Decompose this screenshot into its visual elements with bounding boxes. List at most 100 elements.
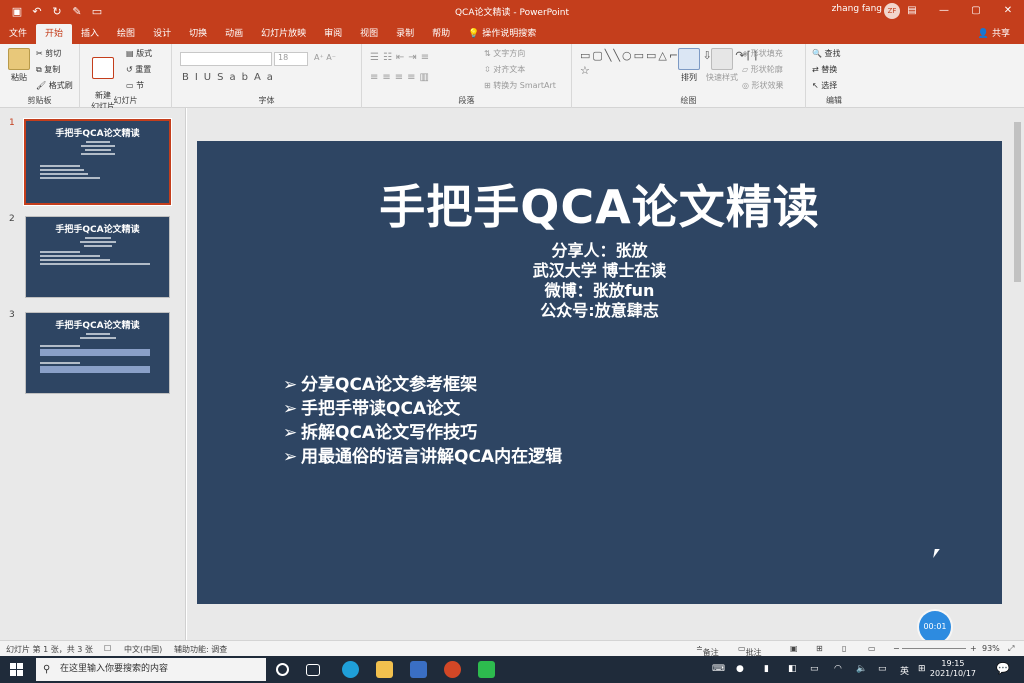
network-icon[interactable]: ◠ — [834, 664, 842, 674]
tray-pin-icon[interactable]: ▮ — [764, 664, 769, 674]
share-button[interactable]: 👤 共享 — [978, 26, 1010, 39]
quick-styles-button[interactable]: 快速样式 — [704, 48, 740, 83]
slide-sorter-icon[interactable]: ⊞ — [816, 644, 823, 653]
fit-slide-icon[interactable]: ⤢ — [1008, 644, 1014, 654]
minimize-icon[interactable]: — — [928, 0, 960, 22]
section-button[interactable]: ▭ 节 — [126, 80, 144, 91]
redo-icon[interactable]: ↻ — [48, 5, 66, 18]
cut-button[interactable]: ✂ 剪切 — [36, 48, 61, 59]
zoom-slider[interactable] — [902, 648, 966, 649]
tray-app-icon[interactable]: ◧ — [788, 664, 797, 674]
shape-effects-button[interactable]: ◎ 形状效果 — [742, 80, 784, 91]
font-grow-icon[interactable]: A⁺ A⁻ — [314, 53, 336, 62]
accessibility-status[interactable]: 辅助功能: 调查 — [174, 644, 227, 655]
slide-subtitle-line[interactable]: 分享人：张放 — [197, 241, 1002, 261]
task-view-icon[interactable] — [306, 664, 320, 676]
cortana-icon[interactable] — [276, 663, 289, 676]
font-size-input[interactable]: 18 — [274, 52, 308, 66]
slide-title[interactable]: 手把手QCA论文精读 — [197, 171, 1002, 237]
tell-me-search[interactable]: 💡 操作说明搜索 — [459, 24, 545, 44]
ribbon-display-icon[interactable]: ▤ — [896, 0, 928, 22]
zoom-level[interactable]: 93% — [982, 644, 1000, 653]
group-paragraph: ☰☷⇤⇥≡ ≡≡≡≡▥ ⇅ 文字方向 ⇳ 对齐文本 ⊞ 转换为 SmartArt… — [362, 44, 572, 108]
shape-outline-button[interactable]: ▱ 形状轮廓 — [742, 64, 783, 75]
tab-record[interactable]: 录制 — [387, 24, 423, 44]
slide-bullet[interactable]: ➢ 手把手带读QCA论文 — [283, 397, 460, 421]
tab-insert[interactable]: 插入 — [72, 24, 108, 44]
close-icon[interactable]: ✕ — [992, 0, 1024, 22]
tab-review[interactable]: 审阅 — [315, 24, 351, 44]
language[interactable]: 中文(中国) — [124, 644, 162, 655]
slideshow-view-icon[interactable]: ▭ — [868, 644, 876, 653]
file-explorer-icon[interactable] — [376, 661, 393, 678]
smartart-button[interactable]: ⊞ 转换为 SmartArt — [484, 80, 556, 91]
copy-button[interactable]: ⧉ 复制 — [36, 64, 60, 75]
battery-icon[interactable]: ▭ — [810, 664, 819, 674]
wechat-icon[interactable] — [478, 661, 495, 678]
touch-mode-icon[interactable]: ✎ — [68, 5, 86, 18]
arrange-button[interactable]: 排列 — [676, 48, 702, 83]
font-format-buttons[interactable]: BIUSabAa — [182, 72, 279, 83]
slide-subtitle-line[interactable]: 武汉大学 博士在读 — [197, 261, 1002, 281]
present-icon[interactable]: ▭ — [88, 5, 106, 18]
undo-icon[interactable]: ↶ — [28, 5, 46, 18]
tab-draw[interactable]: 绘图 — [108, 24, 144, 44]
font-name-input[interactable] — [180, 52, 272, 66]
tab-design[interactable]: 设计 — [144, 24, 180, 44]
select-button[interactable]: ↖ 选择 — [812, 80, 837, 91]
tab-slideshow[interactable]: 幻灯片放映 — [252, 24, 315, 44]
slide-bullet[interactable]: ➢ 用最通俗的语言讲解QCA内在逻辑 — [283, 445, 562, 469]
zoom-in-icon[interactable]: + — [970, 644, 977, 653]
user-name[interactable]: zhang fang — [832, 4, 882, 14]
display-icon[interactable]: ▭ — [878, 664, 887, 674]
slide-bullet[interactable]: ➢ 拆解QCA论文写作技巧 — [283, 421, 477, 445]
thumbnail-slide-2[interactable]: 手把手QCA论文精读 — [25, 216, 170, 298]
zoom-out-icon[interactable]: − — [893, 644, 900, 653]
tab-view[interactable]: 视图 — [351, 24, 387, 44]
list-buttons[interactable]: ☰☷⇤⇥≡ — [370, 52, 433, 63]
taskbar-search-input[interactable]: ⚲ 在这里输入你要搜索的内容 — [36, 658, 266, 681]
notifications-icon[interactable]: 💬 — [996, 662, 1010, 675]
edge-icon[interactable] — [342, 661, 359, 678]
shape-fill-button[interactable]: ◈ 形状填充 — [742, 48, 783, 59]
align-buttons[interactable]: ≡≡≡≡▥ — [370, 72, 433, 83]
tab-file[interactable]: 文件 — [0, 24, 36, 44]
text-direction-button[interactable]: ⇅ 文字方向 — [484, 48, 525, 59]
layout-button[interactable]: ▤ 版式 — [126, 48, 152, 59]
notes-button[interactable]: ≐ 备注 — [696, 644, 719, 657]
normal-view-icon[interactable]: ▣ — [790, 644, 798, 653]
format-painter-button[interactable]: 🖌 格式刷 — [36, 80, 73, 91]
taskbar-clock[interactable]: 19:15 2021/10/17 — [930, 659, 976, 679]
comments-button[interactable]: ▭ 批注 — [738, 644, 762, 657]
replace-button[interactable]: ⇄ 替换 — [812, 64, 837, 75]
slide-subtitle-line[interactable]: 微博：张放fun — [197, 281, 1002, 301]
tab-animations[interactable]: 动画 — [216, 24, 252, 44]
save-icon[interactable]: ▣ — [8, 5, 26, 18]
paste-button[interactable]: 粘贴 — [6, 48, 32, 83]
note-app-icon[interactable] — [410, 661, 427, 678]
thumbnail-slide-1[interactable]: 手把手QCA论文精读 — [23, 118, 172, 206]
windows-start-icon[interactable] — [10, 663, 23, 676]
maximize-icon[interactable]: ▢ — [960, 0, 992, 22]
ime-indicator[interactable]: 英 — [900, 664, 909, 677]
reading-view-icon[interactable]: ▯ — [842, 644, 846, 653]
align-text-button[interactable]: ⇳ 对齐文本 — [484, 64, 525, 75]
spellcheck-icon[interactable]: ☐ — [104, 644, 111, 653]
shapes-gallery[interactable]: ▭▢╲╲○▭▭△⌐⌐⇨⇩◇↶↷⌈⌉☆ — [580, 48, 757, 78]
slide-bullet[interactable]: ➢ 分享QCA论文参考框架 — [283, 373, 477, 397]
slide-subtitle-line[interactable]: 公众号:放意肆志 — [197, 301, 1002, 321]
reset-button[interactable]: ↺ 重置 — [126, 64, 151, 75]
tab-home[interactable]: 开始 — [36, 24, 73, 44]
tab-help[interactable]: 帮助 — [423, 24, 459, 44]
thumbnail-slide-3[interactable]: 手把手QCA论文精读 — [25, 312, 170, 394]
scrollbar-thumb[interactable] — [1014, 122, 1021, 282]
keyboard-icon[interactable]: ⌨ — [712, 664, 725, 674]
tray-wechat-icon[interactable]: ● — [736, 664, 744, 674]
vertical-scrollbar[interactable] — [1011, 108, 1024, 640]
volume-icon[interactable]: 🔈 — [856, 664, 867, 674]
powerpoint-icon[interactable] — [444, 661, 461, 678]
current-slide[interactable]: 手把手QCA论文精读 分享人：张放 武汉大学 博士在读 微博：张放fun 公众号… — [197, 141, 1002, 604]
find-button[interactable]: 🔍 查找 — [812, 48, 841, 59]
tab-transitions[interactable]: 切换 — [180, 24, 216, 44]
ime-mode-icon[interactable]: ⊞ — [918, 664, 926, 674]
